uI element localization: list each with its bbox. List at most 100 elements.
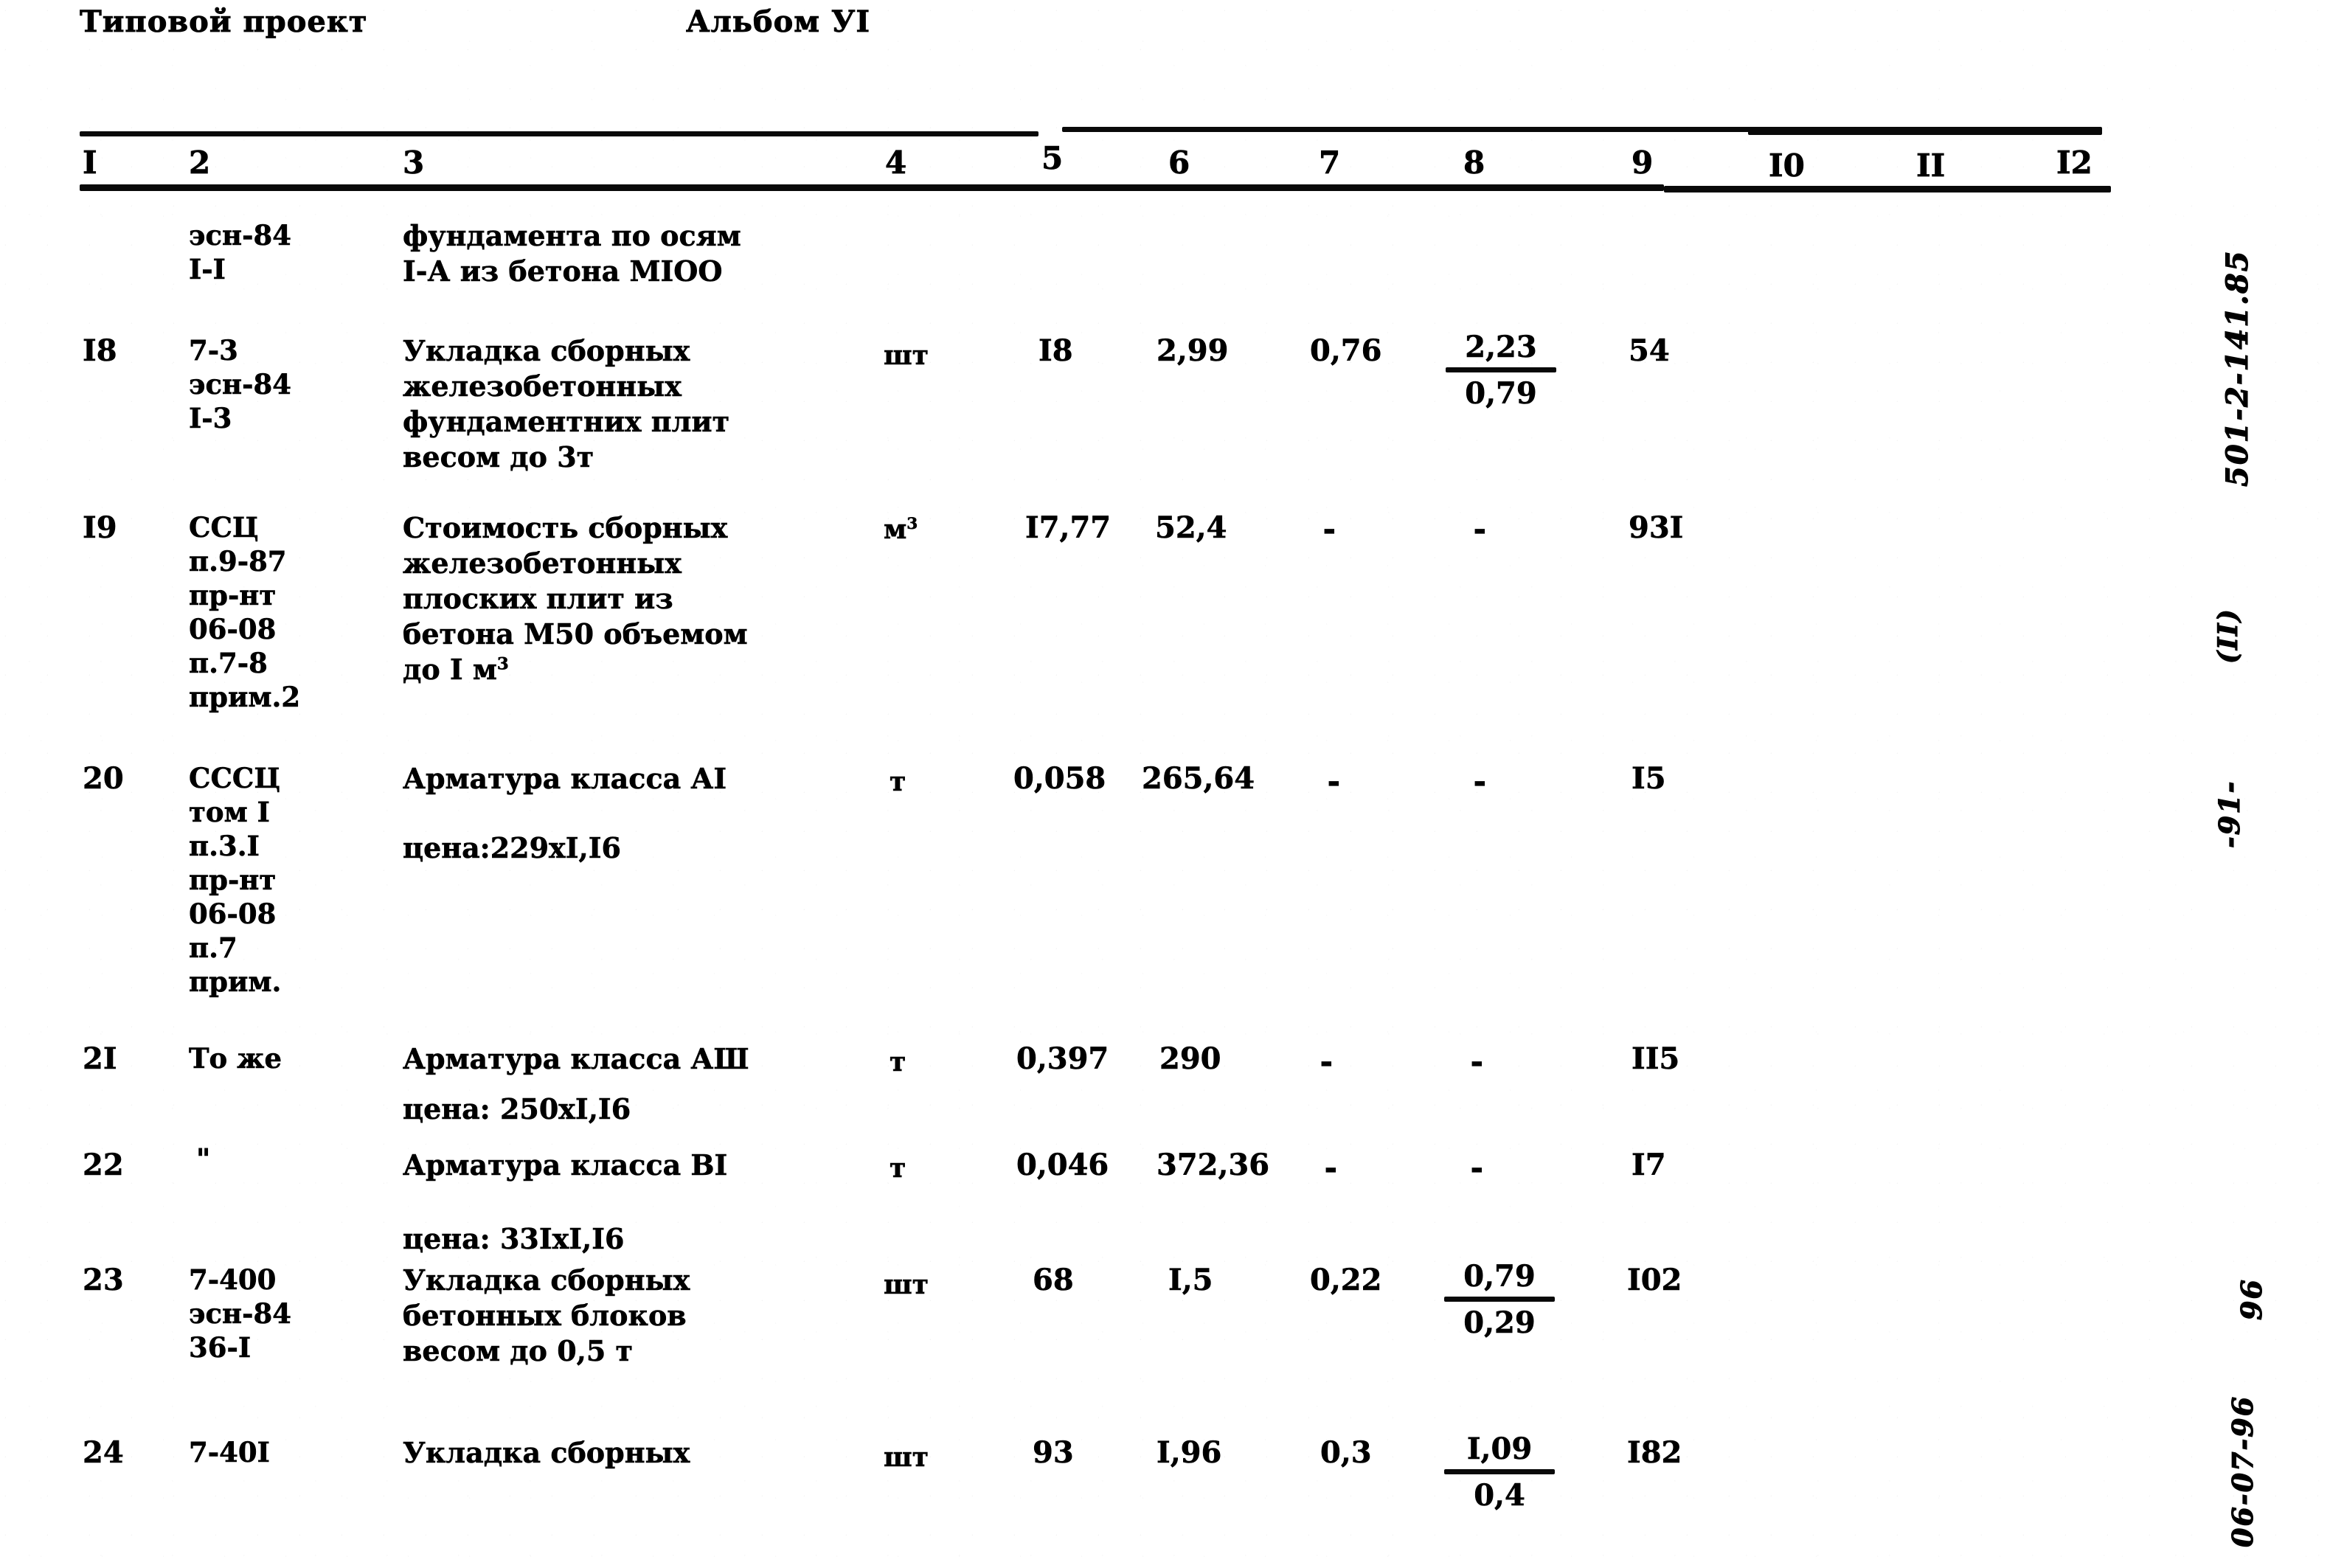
row-col5: 0,397 (1016, 1041, 1109, 1077)
row-col7: - (1322, 511, 1336, 547)
column-header-9: 9 (1632, 145, 1654, 181)
row-unit: т (890, 766, 906, 798)
row-col9: 54 (1629, 333, 1670, 369)
row-col5: 0,058 (1013, 761, 1106, 797)
row-col8-fraction: I,09 0,4 (1444, 1432, 1555, 1513)
row-description-text: Стоимость сборных железобетонных плоских… (403, 511, 748, 687)
row-description: Укладка сборных (403, 1436, 690, 1470)
row-unit: шт (884, 1442, 929, 1474)
row-col5: I7,77 (1025, 510, 1112, 546)
row-unit-superscript: 3 (906, 515, 918, 533)
row-col6: 265,64 (1142, 761, 1255, 797)
scanned-page: Типовой проект Альбом УI I 2 3 4 5 6 7 8… (0, 0, 2344, 1568)
row-number: 2I (83, 1041, 117, 1077)
row-col7: 0,22 (1310, 1263, 1382, 1298)
row-col8-fraction: 0,79 0,29 (1444, 1259, 1555, 1340)
column-header-10: I0 (1769, 148, 1806, 184)
column-header-11: II (1916, 148, 1946, 184)
row-unit: м3 (884, 512, 918, 547)
row-col8-numerator: 0,79 (1463, 1259, 1536, 1294)
column-header-4: 4 (885, 145, 907, 181)
row-description: Укладка сборных железобетонных фундамент… (403, 334, 730, 474)
row-col9: I02 (1627, 1263, 1682, 1298)
row-description: Арматура класса АI (403, 762, 727, 796)
row-unit: шт (884, 340, 929, 372)
row-col8-fraction: 2,23 0,79 (1446, 330, 1556, 411)
row-unit: т (890, 1047, 906, 1078)
row-col8-numerator: I,09 (1466, 1432, 1533, 1466)
row-col6: 2,99 (1157, 333, 1229, 369)
row-code: " (196, 1142, 211, 1176)
row-price-note: цена: 33IхI,I6 (403, 1222, 625, 1256)
margin-stamp-date: 06-07-96 (2225, 1395, 2259, 1547)
row-code: То же (189, 1042, 282, 1075)
row-number: 24 (83, 1435, 124, 1471)
row-col7: 0,76 (1310, 333, 1382, 369)
header-project-label: Типовой проект (80, 4, 368, 40)
row-col8: - (1470, 1044, 1483, 1079)
table-row: эсн-84 I-I (189, 219, 292, 286)
column-header-2: 2 (189, 145, 211, 181)
row-col8: - (1470, 1150, 1483, 1185)
row-unit-text: м (884, 514, 907, 546)
row-col7: - (1327, 763, 1340, 799)
row-number: 22 (83, 1148, 124, 1183)
row-col5: 0,046 (1016, 1148, 1109, 1183)
table-header-rule-left (80, 184, 1664, 191)
row-col9: II5 (1632, 1041, 1680, 1077)
margin-page-number: -91- (2212, 780, 2246, 849)
row-col8-denominator: 0,4 (1474, 1478, 1525, 1513)
row-price-note: цена:229хI,I6 (403, 831, 621, 865)
row-col7: - (1320, 1044, 1333, 1079)
row-col9: 93I (1629, 510, 1684, 546)
column-header-5: 5 (1041, 140, 1064, 177)
row-description: фундамента по осям I-А из бетона МIОО (403, 219, 741, 288)
row-price-note: цена: 250хI,I6 (403, 1092, 631, 1126)
row-col5: I8 (1038, 333, 1073, 369)
row-number: 23 (83, 1263, 124, 1298)
row-col6: 52,4 (1155, 510, 1227, 546)
fraction-bar (1444, 1297, 1555, 1302)
row-number: I9 (83, 510, 117, 546)
row-col9: I82 (1627, 1435, 1682, 1471)
row-col5: 68 (1033, 1263, 1074, 1298)
column-header-8: 8 (1463, 145, 1485, 181)
row-code: 7-40I (189, 1436, 270, 1469)
row-col8-denominator: 0,29 (1463, 1305, 1536, 1340)
row-description-superscript: 3 (496, 654, 509, 674)
margin-project-code: 501-2-141.85 (2219, 249, 2255, 488)
row-col8: - (1473, 763, 1486, 799)
row-col6: I,5 (1168, 1263, 1213, 1298)
row-col8: - (1473, 511, 1486, 547)
margin-stamp-number: 96 (2234, 1278, 2268, 1321)
table-header-rule-right (1664, 186, 2111, 192)
column-header-3: 3 (403, 145, 425, 181)
row-description: Стоимость сборных железобетонных плоских… (403, 510, 748, 687)
header-album-label: Альбом УI (686, 4, 871, 40)
row-code: 7-3 эсн-84 I-3 (189, 334, 292, 435)
fraction-bar (1444, 1469, 1555, 1474)
column-header-7: 7 (1319, 145, 1341, 181)
margin-volume-number: (II) (2212, 608, 2244, 665)
row-number: I8 (83, 333, 117, 369)
fraction-bar (1446, 367, 1556, 372)
row-code: СССЦ том I п.3.I пр-нт 06-08 п.7 прим. (189, 762, 282, 999)
column-header-6: 6 (1168, 145, 1190, 181)
table-top-rule-left (80, 131, 1038, 136)
row-col8-numerator: 2,23 (1465, 330, 1537, 364)
row-code: ССЦ п.9-87 пр-нт 06-08 п.7-8 прим.2 (189, 511, 301, 714)
row-col6: I,96 (1157, 1435, 1222, 1471)
row-col9: I7 (1632, 1148, 1666, 1183)
row-col6: 372,36 (1157, 1148, 1270, 1183)
row-number: 20 (83, 761, 124, 797)
row-col6: 290 (1159, 1041, 1221, 1077)
row-col7: 0,3 (1320, 1435, 1372, 1471)
row-unit: шт (884, 1269, 929, 1301)
row-description: Арматура класса АШ (403, 1042, 749, 1076)
row-description: Укладка сборных бетонных блоков весом до… (403, 1263, 690, 1368)
row-unit: т (890, 1153, 906, 1184)
row-col9: I5 (1632, 761, 1666, 797)
row-col8-denominator: 0,79 (1465, 376, 1537, 411)
column-header-1: I (83, 145, 97, 181)
row-col5: 93 (1033, 1435, 1074, 1471)
